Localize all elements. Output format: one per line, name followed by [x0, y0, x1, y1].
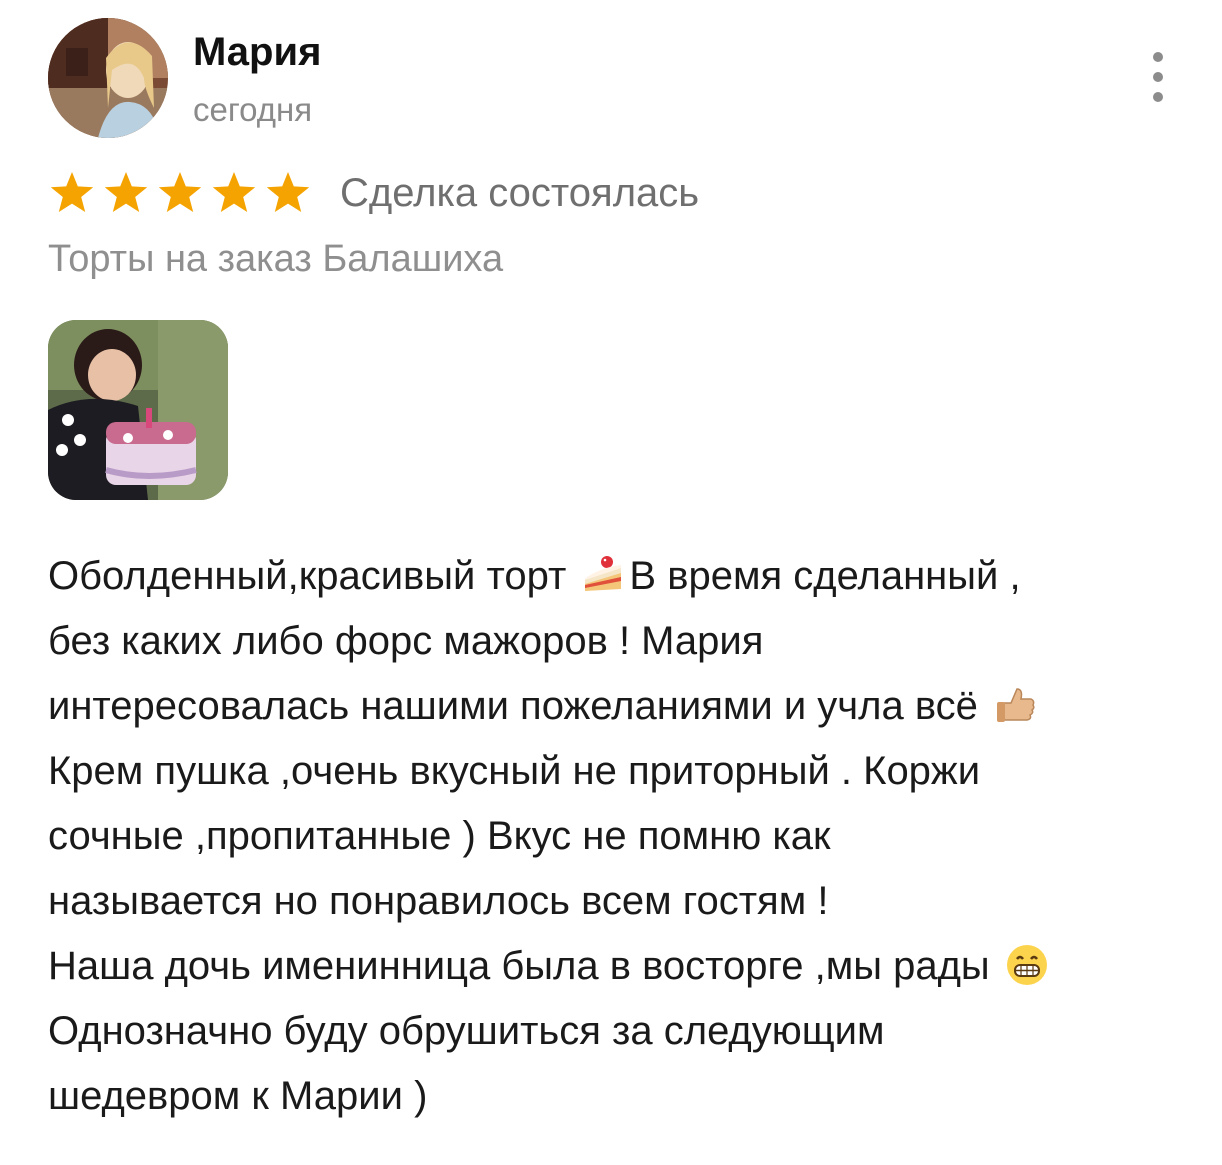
rating-row: Сделка состоялась [48, 168, 699, 218]
star-icon [102, 170, 150, 216]
star-icon [48, 170, 96, 216]
star-icon [156, 170, 204, 216]
deal-status: Сделка состоялась [340, 171, 700, 215]
review-text-segment: Наша дочь именинница была в восторге ,мы… [48, 944, 1001, 988]
review-text-segment: называется но понравилось всем гостям ! [48, 879, 829, 923]
grinning-face-icon [1005, 942, 1049, 986]
review-text-segment: Однозначно буду обрушиться за следующим [48, 1009, 885, 1053]
star-icon [264, 170, 312, 216]
review-text-segment: В время сделанный , [629, 554, 1021, 598]
review-photo-thumbnail-icon [48, 320, 228, 500]
review-text-segment: шедевром к Марии ) [48, 1074, 428, 1118]
review-text-line: без каких либо форс мажоров ! Мария [48, 609, 1198, 674]
author-name[interactable]: Мария [193, 28, 321, 76]
review-text-segment: Крем пушка ,очень вкусный не приторный .… [48, 749, 981, 793]
author-avatar[interactable] [48, 18, 168, 138]
review-text-segment: Оболденный,красивый торт [48, 554, 578, 598]
review-text-line: называется но понравилось всем гостям ! [48, 869, 1198, 934]
review-text-line: сочные ,пропитанные ) Вкус не помню как [48, 804, 1198, 869]
review-date: сегодня [193, 91, 313, 128]
star-rating [48, 170, 312, 216]
review-text-line: Оболденный,красивый торт В время сделанн… [48, 544, 1198, 609]
review-card: Мария сегодня Сделка состоялась Торты на… [0, 0, 1222, 1165]
review-text-line: Крем пушка ,очень вкусный не приторный .… [48, 739, 1198, 804]
review-photo[interactable] [48, 320, 228, 500]
review-text-line: шедевром к Марии ) [48, 1064, 1198, 1129]
review-text-segment: интересовалась нашими пожеланиями и учла… [48, 684, 989, 728]
review-text-line: Однозначно буду обрушиться за следующим [48, 999, 1198, 1064]
review-text-line: интересовалась нашими пожеланиями и учла… [48, 674, 1198, 739]
more-vertical-icon [1153, 52, 1163, 62]
review-text-line: Наша дочь именинница была в восторге ,мы… [48, 934, 1198, 999]
review-text-segment: сочные ,пропитанные ) Вкус не помню как [48, 814, 831, 858]
review-category[interactable]: Торты на заказ Балашиха [48, 235, 503, 283]
cake-icon [581, 552, 625, 596]
more-options-button[interactable] [1140, 52, 1176, 102]
review-text-segment: без каких либо форс мажоров ! Мария [48, 619, 764, 663]
review-text: Оболденный,красивый торт В время сделанн… [48, 544, 1198, 1129]
star-icon [210, 170, 258, 216]
thumbs-up-icon [993, 682, 1037, 726]
avatar-photo-icon [48, 18, 168, 138]
